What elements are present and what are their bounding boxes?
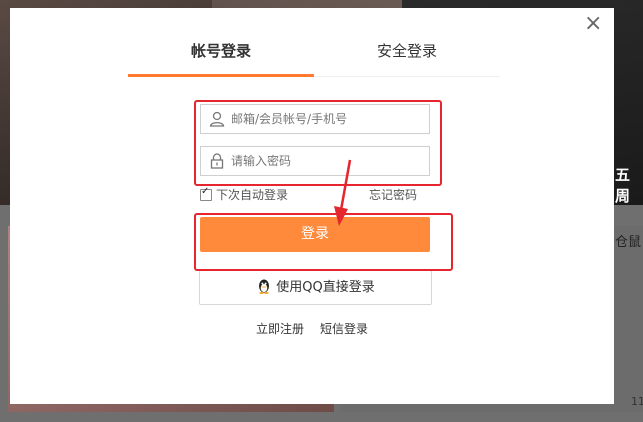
sms-login-link[interactable]: 短信登录 (320, 322, 368, 336)
register-link[interactable]: 立即注册 (256, 322, 304, 336)
forgot-password-link[interactable]: 忘记密码 (369, 186, 417, 203)
annotation-arrow-icon (334, 159, 352, 226)
baidu-jingyan-watermark: Bai 经验 jingyan.baidu.com (493, 348, 598, 392)
annotation-box-credentials (194, 100, 442, 186)
background-text: 仓鼠 (615, 235, 642, 250)
qq-login-button[interactable]: 使用QQ直接登录 (199, 270, 432, 305)
background-text: 五周 (615, 166, 631, 205)
close-icon[interactable]: × (584, 13, 602, 35)
qq-penguin-icon (259, 279, 270, 294)
annotation-box-login-button (194, 213, 453, 271)
login-dialog: × 帐号登录 安全登录 下次自动登录 忘记密码 登录 (10, 8, 614, 404)
watermark-main: Bai 经验 (493, 354, 599, 382)
background-text: 11 (631, 395, 643, 408)
tab-secure-login[interactable]: 安全登录 (314, 38, 500, 74)
bottom-links: 立即注册 短信登录 (256, 320, 384, 337)
login-tabs: 帐号登录 安全登录 (128, 38, 500, 77)
watermark-sub: jingyan.baidu.com (505, 381, 599, 392)
remember-label: 下次自动登录 (216, 188, 289, 202)
remember-me[interactable]: 下次自动登录 (200, 186, 288, 203)
tab-account-login[interactable]: 帐号登录 (128, 38, 314, 77)
remember-checkbox[interactable] (200, 186, 212, 201)
qq-login-label: 使用QQ直接登录 (276, 280, 375, 295)
